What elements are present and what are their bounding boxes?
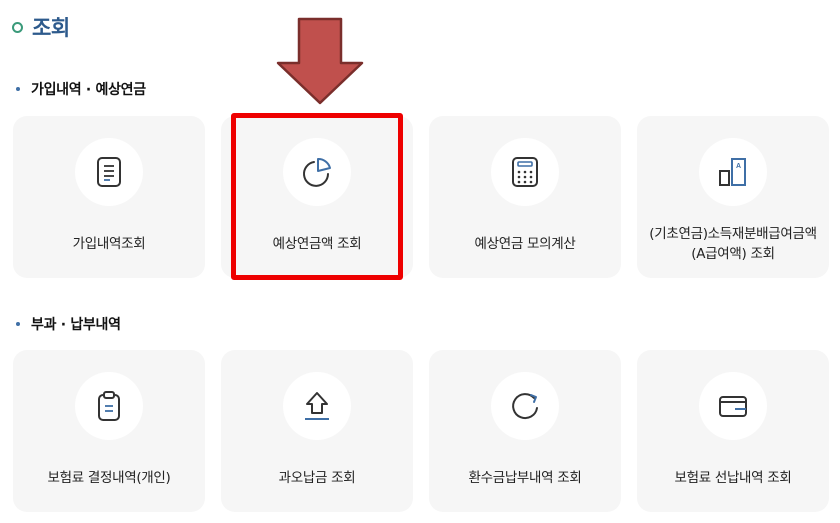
card-premium-decision-history[interactable]: 보험료 결정내역(개인) — [13, 350, 205, 512]
calculator-icon — [512, 157, 538, 187]
card-subscription-history[interactable]: 가입내역조회 — [13, 116, 205, 278]
section-heading-billing: 부과 · 납부내역 — [16, 314, 121, 334]
card-label: 환수금납부내역 조회 — [468, 470, 582, 486]
card-refund-payment-history[interactable]: 환수금납부내역 조회 — [429, 350, 621, 512]
refresh-icon — [512, 393, 538, 420]
icon-circle — [75, 372, 143, 440]
card-basic-pension-a-benefit[interactable]: A (기초연금)소득재분배급여금액(A급여액) 조회 — [637, 116, 829, 278]
card-label: 예상연금액 조회 — [272, 236, 362, 252]
page-title-text: 조회 — [32, 16, 70, 40]
card-label: 과오납금 조회 — [278, 470, 356, 486]
section-heading-label: 가입내역 · 예상연금 — [31, 82, 146, 98]
page-title: 조회 — [12, 12, 70, 42]
card-overpayment-inquiry[interactable]: 과오납금 조회 — [221, 350, 413, 512]
pie-chart-icon — [303, 157, 331, 187]
icon-circle — [283, 138, 351, 206]
bullet-dot-icon — [16, 87, 20, 91]
clipboard-icon — [98, 391, 120, 421]
icon-circle — [491, 138, 559, 206]
document-list-icon — [97, 157, 121, 187]
icon-circle — [491, 372, 559, 440]
card-label: (기초연금)소득재분배급여금액(A급여액) 조회 — [649, 226, 817, 262]
upload-arrow-icon — [305, 392, 329, 420]
card-label: 보험료 선납내역 조회 — [674, 470, 792, 486]
circle-bullet-icon — [12, 21, 23, 33]
section-heading-label: 부과 · 납부내역 — [31, 317, 121, 333]
wallet-icon — [719, 396, 747, 417]
icon-circle — [699, 372, 767, 440]
card-label: 예상연금 모의계산 — [474, 236, 576, 252]
icon-circle: A — [699, 138, 767, 206]
card-expected-pension-amount[interactable]: 예상연금액 조회 — [221, 116, 413, 278]
icon-circle — [75, 138, 143, 206]
svg-text:A: A — [736, 163, 741, 170]
down-arrow-annotation-icon — [276, 17, 364, 105]
bar-document-icon: A — [719, 158, 746, 186]
section-heading-subscription: 가입내역 · 예상연금 — [16, 79, 146, 99]
card-expected-pension-simulation[interactable]: 예상연금 모의계산 — [429, 116, 621, 278]
card-premium-prepayment-history[interactable]: 보험료 선납내역 조회 — [637, 350, 829, 512]
icon-circle — [283, 372, 351, 440]
card-label: 보험료 결정내역(개인) — [47, 470, 171, 486]
bullet-dot-icon — [16, 322, 20, 326]
card-label: 가입내역조회 — [72, 236, 146, 252]
